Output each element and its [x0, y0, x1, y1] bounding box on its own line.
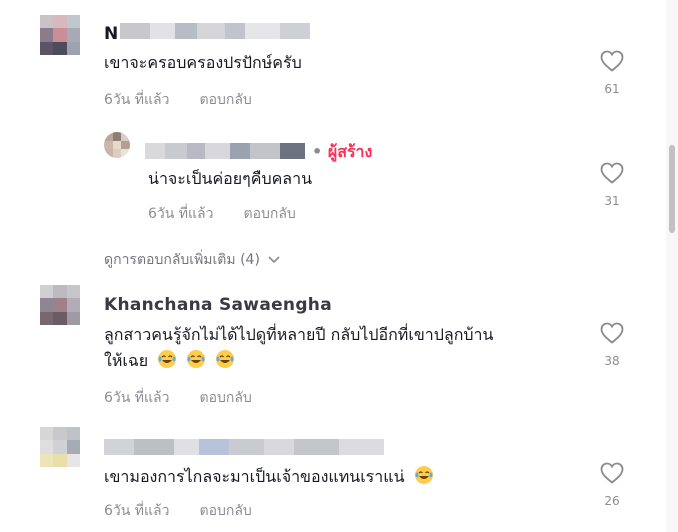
creator-badge: • ผู้สร้าง — [312, 142, 373, 161]
heart-outline-icon — [600, 322, 624, 344]
view-more-replies[interactable]: ดูการตอบกลับเพิ่มเติม (4) — [104, 249, 280, 271]
username-blurred — [104, 439, 384, 455]
heart-outline-icon — [600, 462, 624, 484]
chevron-down-icon — [268, 256, 280, 264]
reply-button[interactable]: ตอบกลับ — [199, 387, 251, 409]
reply-button[interactable]: ตอบกลับ — [199, 89, 251, 111]
username-blurred — [120, 23, 310, 39]
like-button[interactable]: 61 — [592, 50, 632, 96]
like-count: 31 — [604, 194, 620, 208]
view-more-label: ดูการตอบกลับเพิ่มเติม (4) — [104, 252, 260, 268]
comment-line: ให้เฉย — [104, 351, 149, 370]
like-count: 61 — [604, 82, 620, 96]
username[interactable]: Khanchana Sawaengha — [104, 295, 332, 315]
username-blurred — [145, 143, 305, 159]
comment-text: ลูกสาวคนรู้จักไม่ได้ไปดูที่หลายปี กลับไป… — [104, 322, 493, 374]
scrollbar-thumb[interactable] — [669, 145, 675, 233]
comment-meta: 6วัน ที่แล้ว ตอบกลับ — [104, 89, 252, 111]
laughing-emoji-icon — [187, 350, 206, 368]
heart-outline-icon — [600, 50, 624, 72]
laughing-emoji-icon — [216, 350, 235, 368]
comment-text: เขาจะครอบครองปรปักษ์ครับ — [104, 53, 302, 72]
comment-text: น่าจะเป็นค่อยๆคืบคลาน — [148, 169, 313, 188]
comment-text: เขามองการไกลจะมาเป็นเจ้าของแทนเราแน่ — [104, 464, 434, 490]
username[interactable]: N — [104, 24, 119, 44]
comment-line: ลูกสาวคนรู้จักไม่ได้ไปดูที่หลายปี กลับไป… — [104, 325, 494, 344]
laughing-emoji-icon — [414, 466, 433, 484]
timestamp: 6วัน ที่แล้ว — [104, 503, 170, 519]
avatar[interactable] — [40, 285, 80, 325]
reply-button[interactable]: ตอบกลับ — [243, 203, 295, 225]
like-count: 26 — [604, 494, 620, 508]
like-button[interactable]: 26 — [592, 462, 632, 508]
avatar[interactable] — [40, 427, 80, 467]
comment-line: เขามองการไกลจะมาเป็นเจ้าของแทนเราแน่ — [104, 467, 405, 486]
scrollbar-track[interactable] — [666, 0, 678, 532]
timestamp: 6วัน ที่แล้ว — [104, 92, 170, 108]
timestamp: 6วัน ที่แล้ว — [104, 390, 170, 406]
avatar[interactable] — [104, 132, 130, 158]
laughing-emoji-icon — [158, 350, 177, 368]
avatar[interactable] — [40, 15, 80, 55]
reply-button[interactable]: ตอบกลับ — [199, 500, 251, 522]
comment-meta: 6วัน ที่แล้ว ตอบกลับ — [104, 500, 252, 522]
like-count: 38 — [604, 354, 620, 368]
like-button[interactable]: 31 — [592, 162, 632, 208]
heart-outline-icon — [600, 162, 624, 184]
like-button[interactable]: 38 — [592, 322, 632, 368]
comment-meta: 6วัน ที่แล้ว ตอบกลับ — [104, 387, 252, 409]
timestamp: 6วัน ที่แล้ว — [148, 206, 214, 222]
comment-meta: 6วัน ที่แล้ว ตอบกลับ — [148, 203, 296, 225]
